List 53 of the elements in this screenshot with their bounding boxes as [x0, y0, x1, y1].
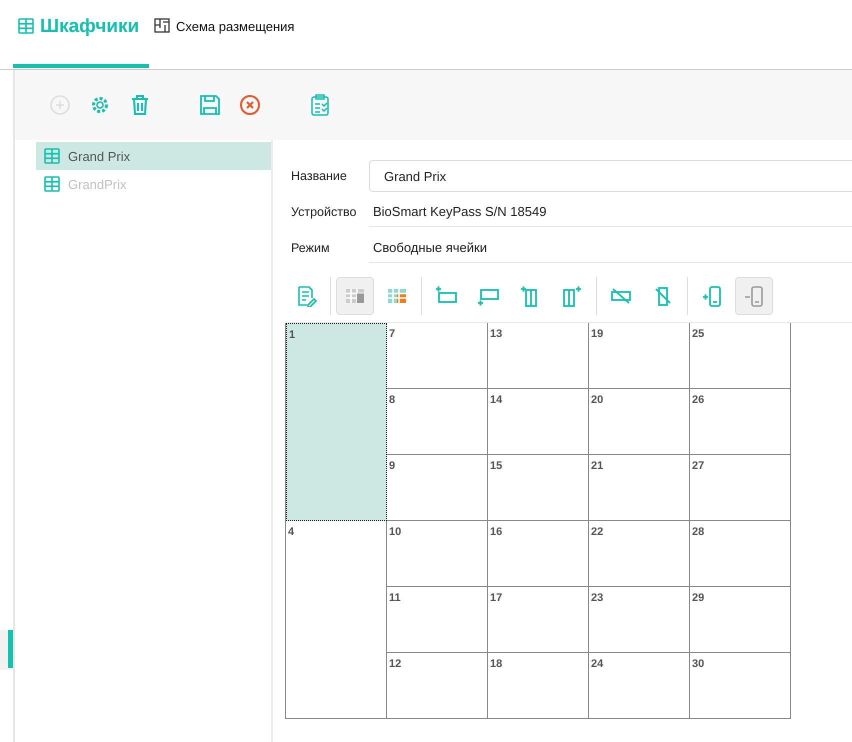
- locker-cell[interactable]: 29: [690, 587, 791, 653]
- locker-cell[interactable]: 19: [589, 323, 690, 389]
- locker-cell[interactable]: 12: [387, 653, 488, 719]
- locker-cell[interactable]: 14: [488, 389, 589, 455]
- locker-cell[interactable]: 27: [690, 455, 791, 521]
- locker-cell[interactable]: 21: [589, 455, 690, 521]
- floor-plan-icon: [154, 18, 170, 34]
- locker-cell[interactable]: 25: [690, 323, 791, 389]
- locker-cell[interactable]: 7: [387, 323, 488, 389]
- locker-grid-icon: [44, 148, 60, 164]
- locker-cell[interactable]: 22: [589, 521, 690, 587]
- name-field[interactable]: Grand Prix: [369, 160, 852, 192]
- locker-cell[interactable]: 24: [589, 653, 690, 719]
- field-label: Режим: [290, 241, 331, 255]
- locker-grid-icon: [44, 176, 60, 192]
- locker-cell[interactable]: 4: [286, 521, 387, 719]
- locker-cell[interactable]: 23: [589, 587, 690, 653]
- save-button[interactable]: [197, 92, 223, 118]
- table-button[interactable]: [336, 277, 374, 315]
- locker-cell[interactable]: 26: [690, 389, 791, 455]
- plus-circle-icon: [49, 94, 71, 116]
- tab[interactable]: Схема размещения: [149, 0, 300, 68]
- locker-cell[interactable]: 20: [589, 389, 690, 455]
- cancel-icon: [239, 94, 261, 116]
- locker-cell[interactable]: 15: [488, 455, 589, 521]
- locker-cell[interactable]: 16: [488, 521, 589, 587]
- locker-grid-icon: [18, 18, 34, 34]
- locker-cell[interactable]: 9: [387, 455, 488, 521]
- tree-item[interactable]: Grand Prix: [36, 142, 271, 170]
- field-value: Свободные ячейки: [369, 233, 852, 263]
- field-label: Устройство: [290, 205, 358, 219]
- locker-cell[interactable]: 11: [387, 587, 488, 653]
- clipboard-icon: [309, 94, 331, 116]
- save-icon: [199, 94, 221, 116]
- add-device-icon: [701, 285, 723, 307]
- locker-cell[interactable]: 28: [690, 521, 791, 587]
- locker-cell[interactable]: 30: [690, 653, 791, 719]
- trash-icon: [129, 94, 151, 116]
- locker-cell[interactable]: 17: [488, 587, 589, 653]
- panel-handle[interactable]: [0, 630, 13, 670]
- field-value: BioSmart KeyPass S/N 18549: [369, 197, 852, 227]
- cancel-button[interactable]: [237, 92, 263, 118]
- remove-device-icon: [743, 285, 765, 307]
- locker-cell[interactable]: 1: [286, 323, 387, 521]
- remove-device-button[interactable]: [735, 277, 773, 315]
- edit-document-icon: [295, 285, 317, 307]
- settings-icon: [89, 94, 111, 116]
- locker-cell[interactable]: 13: [488, 323, 589, 389]
- locker-cell[interactable]: 8: [387, 389, 488, 455]
- locker-cell[interactable]: 18: [488, 653, 589, 719]
- field-label: Название: [290, 169, 348, 183]
- add-column-icon: [561, 285, 583, 307]
- locker-cell[interactable]: 10: [387, 521, 488, 587]
